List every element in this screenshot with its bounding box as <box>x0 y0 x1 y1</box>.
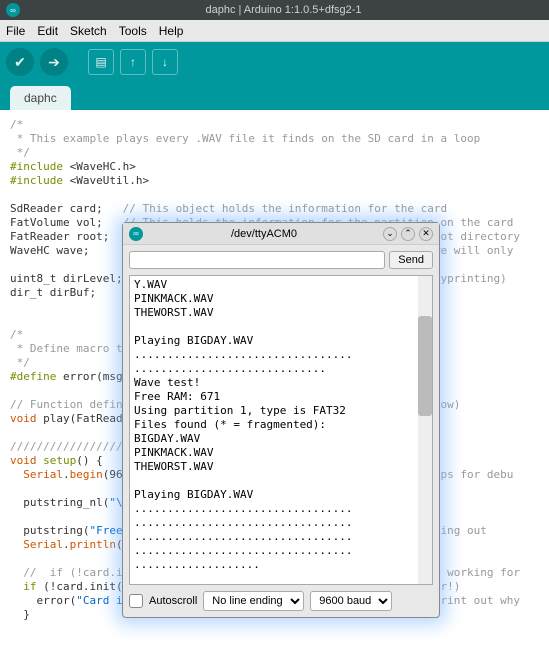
code-token: #define <box>10 370 56 383</box>
toolbar: ✔ ➔ ▤ ↑ ↓ <box>0 42 549 82</box>
minimize-button[interactable]: ⌄ <box>383 227 397 241</box>
code-token <box>10 468 23 481</box>
code-token: // This object holds the information for… <box>123 202 448 215</box>
code-token: void <box>10 412 37 425</box>
code-token: setup <box>43 454 76 467</box>
code-token: dir_t dirBuf; <box>10 286 129 299</box>
code-token: #include <box>10 160 63 173</box>
open-button[interactable]: ↑ <box>120 49 146 75</box>
save-button[interactable]: ↓ <box>152 49 178 75</box>
code-line: * This example plays every .WAV file it … <box>10 132 480 145</box>
scrollbar-thumb[interactable] <box>418 316 432 416</box>
code-line: */ <box>10 146 30 159</box>
new-file-icon: ▤ <box>95 55 106 69</box>
code-token: . <box>63 468 70 481</box>
chevron-down-icon: ⌄ <box>386 228 394 239</box>
line-ending-select[interactable]: No line ending <box>203 591 304 611</box>
code-token: SdReader card; <box>10 202 123 215</box>
code-token <box>10 580 23 593</box>
arduino-logo-icon: ∞ <box>129 227 143 241</box>
code-token: WaveHC wave; <box>10 244 123 257</box>
new-button[interactable]: ▤ <box>88 49 114 75</box>
chevron-up-icon: ⌃ <box>404 228 412 239</box>
code-token <box>10 538 23 551</box>
code-token: <WaveUtil.h> <box>63 174 149 187</box>
menu-tools[interactable]: Tools <box>119 24 147 38</box>
autoscroll-checkbox[interactable] <box>129 594 143 608</box>
code-line: } <box>10 608 30 621</box>
code-token: . <box>63 538 70 551</box>
serial-monitor-window: ∞ /dev/ttyACM0 ⌄ ⌃ ✕ Send Y.WAV PINKMACK… <box>122 222 440 618</box>
code-token: #include <box>10 174 63 187</box>
scrollbar-track[interactable] <box>418 276 432 584</box>
serial-input[interactable] <box>129 251 385 269</box>
check-icon: ✔ <box>14 54 26 71</box>
close-button[interactable]: ✕ <box>419 227 433 241</box>
code-token: if <box>23 580 36 593</box>
code-token: putstring( <box>10 524 89 537</box>
close-icon: ✕ <box>422 228 430 239</box>
menu-help[interactable]: Help <box>159 24 184 38</box>
serial-title: /dev/ttyACM0 <box>149 228 379 240</box>
window-titlebar: ∞ daphc | Arduino 1:1.0.5+dfsg2-1 <box>0 0 549 20</box>
tab-bar: daphc <box>0 82 549 110</box>
serial-output[interactable]: Y.WAV PINKMACK.WAV THEWORST.WAV Playing … <box>129 275 433 585</box>
code-token: println <box>70 538 116 551</box>
send-button[interactable]: Send <box>389 251 433 269</box>
code-token: FatVolume vol; <box>10 216 123 229</box>
serial-titlebar[interactable]: ∞ /dev/ttyACM0 ⌄ ⌃ ✕ <box>123 223 439 245</box>
menubar: File Edit Sketch Tools Help <box>0 20 549 42</box>
arduino-logo-icon: ∞ <box>6 3 20 17</box>
serial-output-text: Y.WAV PINKMACK.WAV THEWORST.WAV Playing … <box>134 278 353 571</box>
verify-button[interactable]: ✔ <box>6 48 34 76</box>
serial-send-row: Send <box>123 245 439 275</box>
code-token: FatReader root; <box>10 230 123 243</box>
menu-sketch[interactable]: Sketch <box>70 24 107 38</box>
arrow-right-icon: ➔ <box>48 54 60 71</box>
window-title: daphc | Arduino 1:1.0.5+dfsg2-1 <box>24 4 543 16</box>
code-token: error( <box>10 594 76 607</box>
baud-select[interactable]: 9600 baud <box>310 591 392 611</box>
code-line: /* <box>10 118 23 131</box>
serial-bottom-bar: Autoscroll No line ending 9600 baud <box>123 585 439 617</box>
code-token: () { <box>76 454 103 467</box>
code-token: void <box>10 454 37 467</box>
code-token: uint8_t dirLevel; <box>10 272 129 285</box>
menu-edit[interactable]: Edit <box>37 24 58 38</box>
menu-file[interactable]: File <box>6 24 25 38</box>
tab-daphc[interactable]: daphc <box>10 86 71 110</box>
arrow-down-icon: ↓ <box>162 55 168 69</box>
code-token: begin <box>70 468 103 481</box>
arrow-up-icon: ↑ <box>130 55 136 69</box>
code-token: Serial <box>23 468 63 481</box>
code-token: <WaveHC.h> <box>63 160 136 173</box>
maximize-button[interactable]: ⌃ <box>401 227 415 241</box>
code-line: /* <box>10 328 23 341</box>
code-token: Serial <box>23 538 63 551</box>
autoscroll-label: Autoscroll <box>149 595 197 607</box>
code-token: putstring_nl( <box>10 496 109 509</box>
code-line: */ <box>10 356 30 369</box>
upload-button[interactable]: ➔ <box>40 48 68 76</box>
